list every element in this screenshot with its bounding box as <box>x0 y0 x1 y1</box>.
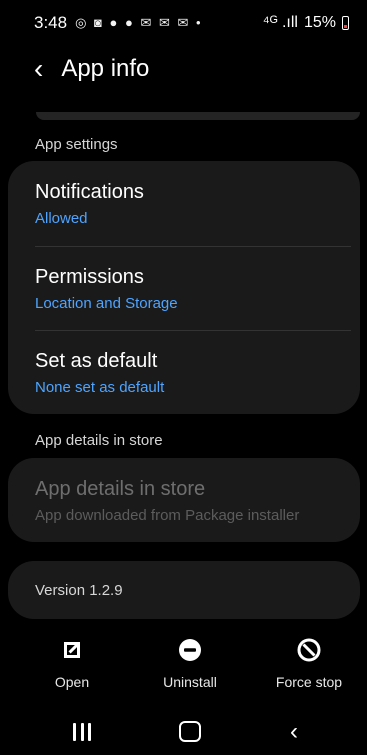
signal-icon: ⁴ᴳ .ıll <box>262 14 298 31</box>
permissions-title: Permissions <box>35 266 144 288</box>
uninstall-icon <box>140 638 240 668</box>
notification-icons: ◎ ◙ ● ● ✉ ✉ ✉ • <box>75 15 203 30</box>
notifications-title: Notifications <box>35 181 144 203</box>
previous-card-edge <box>36 112 360 120</box>
open-label: Open <box>54 674 90 690</box>
app-settings-card: Notifications Allowed Permissions Locati… <box>8 161 360 414</box>
permissions-status: Location and Storage <box>35 295 178 312</box>
home-button[interactable] <box>170 717 210 747</box>
status-right: ⁴ᴳ .ıll 15% <box>263 14 349 32</box>
section-app-settings: App settings <box>35 136 118 153</box>
open-button[interactable]: Open <box>22 638 122 690</box>
page-title: App info <box>61 55 150 82</box>
uninstall-button[interactable]: Uninstall <box>140 638 240 690</box>
app-bar: ‹ App info <box>0 48 367 90</box>
app-details-title: App details in store <box>35 478 206 500</box>
force-stop-label: Force stop <box>275 674 343 690</box>
permissions-row[interactable]: Permissions Location and Storage <box>8 246 360 330</box>
battery-percent: 15% <box>303 14 336 31</box>
force-stop-icon <box>259 638 359 668</box>
set-as-default-status: None set as default <box>35 379 165 396</box>
open-icon <box>22 638 122 668</box>
set-as-default-row[interactable]: Set as default None set as default <box>8 330 360 414</box>
app-details-in-store-row: App details in store App downloaded from… <box>8 458 360 542</box>
notifications-status: Allowed <box>35 210 88 227</box>
home-icon <box>179 721 201 742</box>
back-nav-icon: ‹ <box>290 718 298 745</box>
status-time: 3:48 <box>34 13 68 32</box>
version-text: Version 1.2.9 <box>35 582 123 599</box>
version-card: Version 1.2.9 <box>8 561 360 619</box>
system-nav-bar: ‹ <box>0 710 367 755</box>
status-left: 3:48 ◎ ◙ ● ● ✉ ✉ ✉ • <box>34 13 203 33</box>
recents-icon <box>73 723 91 741</box>
recents-button[interactable] <box>62 717 102 747</box>
force-stop-button[interactable]: Force stop <box>259 638 359 690</box>
set-as-default-title: Set as default <box>35 350 158 372</box>
notifications-row[interactable]: Notifications Allowed <box>8 161 360 245</box>
status-bar: 3:48 ◎ ◙ ● ● ✉ ✉ ✉ • ⁴ᴳ .ıll 15% <box>0 0 367 38</box>
battery-icon <box>342 16 349 30</box>
app-details-subtitle: App downloaded from Package installer <box>35 507 300 524</box>
action-bar: Open Uninstall Force stop <box>0 638 367 700</box>
back-button[interactable]: ‹ <box>274 717 314 747</box>
section-app-details-in-store: App details in store <box>35 432 163 449</box>
back-icon[interactable]: ‹ <box>34 55 43 83</box>
uninstall-label: Uninstall <box>163 674 217 690</box>
